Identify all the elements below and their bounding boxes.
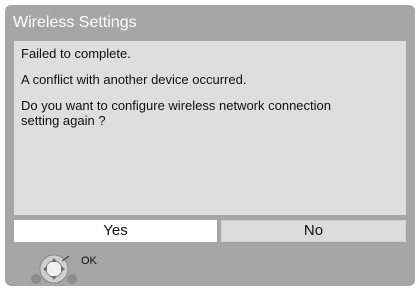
ok-hint: OK bbox=[29, 249, 149, 285]
yes-button[interactable]: Yes bbox=[14, 220, 217, 242]
no-button[interactable]: No bbox=[221, 220, 406, 242]
wireless-settings-dialog: Wireless Settings Failed to complete. A … bbox=[5, 5, 415, 286]
message-panel: Failed to complete. A conflict with anot… bbox=[14, 41, 406, 215]
ok-hint-label: OK bbox=[81, 255, 97, 267]
remote-dpad-icon bbox=[31, 254, 77, 284]
dialog-title: Wireless Settings bbox=[13, 14, 137, 31]
message-line: Do you want to configure wireless networ… bbox=[21, 98, 331, 128]
message-line: A conflict with another device occurred. bbox=[21, 72, 247, 87]
message-line: Failed to complete. bbox=[21, 46, 131, 61]
